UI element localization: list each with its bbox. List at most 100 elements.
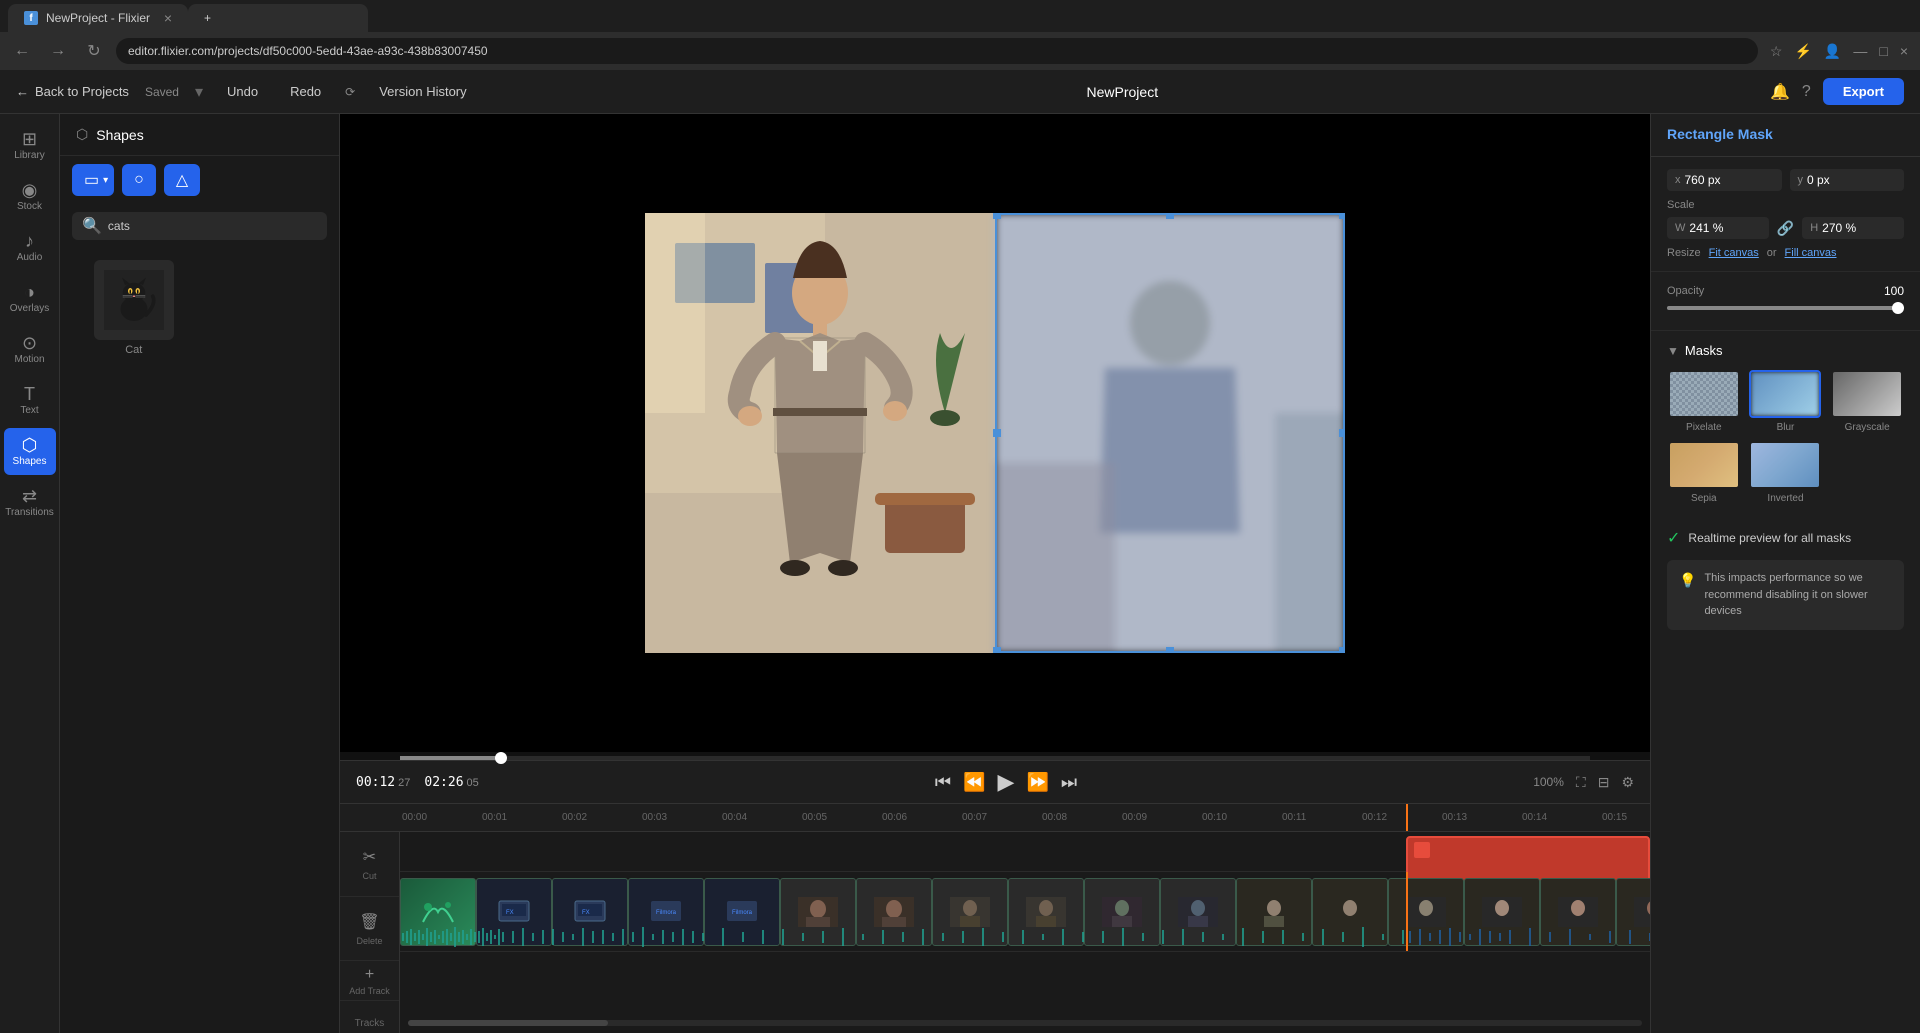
rectangle-shape-button[interactable]: ▭ ▾ [72, 164, 114, 196]
mask-blur[interactable]: Blur [1749, 370, 1823, 433]
export-button[interactable]: Export [1823, 78, 1904, 105]
w-field[interactable]: W 241 % [1667, 217, 1769, 239]
timeline-tracks[interactable]: FX FX [400, 832, 1650, 1033]
search-wrap: 🔍 [72, 212, 327, 240]
opacity-slider[interactable] [1667, 306, 1904, 310]
scrub-bar[interactable] [400, 756, 1590, 760]
sidebar-item-library[interactable]: ⊞ Library [4, 122, 56, 169]
left-sidebar: ⊞ Library ◉ Stock ♪ Audio ◑ Overlays ⊙ M… [0, 114, 60, 1033]
address-bar[interactable] [116, 38, 1758, 64]
redo-button[interactable]: Redo [282, 80, 329, 103]
go-to-start-button[interactable]: ⏮ [935, 772, 951, 793]
x-field[interactable]: x 760 px [1667, 169, 1782, 191]
red-block-indicator [1414, 842, 1430, 858]
clip-visual-13 [1406, 897, 1446, 927]
extensions-button[interactable]: ⚡ [1790, 39, 1815, 64]
asset-item-cat[interactable]: Cat [72, 260, 196, 356]
y-value: 0 px [1807, 173, 1830, 187]
fit-canvas-button[interactable]: Fit canvas [1709, 247, 1759, 259]
masks-grid: Pixelate Blur Grayscale [1667, 370, 1904, 504]
maximize-button[interactable]: □ [1875, 39, 1891, 64]
version-history-button[interactable]: Version History [371, 80, 474, 103]
tab-title: NewProject - Flixier [46, 11, 150, 25]
w-value: 241 % [1689, 221, 1723, 235]
back-to-projects-button[interactable]: ← Back to Projects [16, 84, 129, 99]
fast-forward-button[interactable]: ⏩ [1026, 772, 1048, 793]
favicon: f [24, 11, 38, 25]
sidebar-item-stock[interactable]: ◉ Stock [4, 173, 56, 220]
mask-grayscale[interactable]: Grayscale [1830, 370, 1904, 433]
waveform-display [400, 925, 1650, 949]
right-panel-header: Rectangle Mask [1651, 114, 1920, 157]
profile-button[interactable]: 👤 [1820, 39, 1845, 64]
bookmark-button[interactable]: ☆ [1766, 39, 1787, 64]
realtime-preview-row: ✓ Realtime preview for all masks [1651, 516, 1920, 560]
ruler-mark-3: 00:03 [640, 812, 720, 823]
y-label: y [1798, 174, 1804, 186]
motion-icon: ⊙ [22, 334, 37, 352]
clip-visual-14 [1482, 897, 1522, 927]
close-tab-button[interactable]: × [164, 10, 172, 26]
x-label: x [1675, 174, 1681, 186]
close-button[interactable]: × [1896, 39, 1912, 64]
search-icon: 🔍 [82, 216, 102, 236]
sidebar-item-shapes[interactable]: ⬡ Shapes [4, 428, 56, 475]
notifications-button[interactable]: 🔔 [1770, 82, 1790, 102]
undo-button[interactable]: Undo [219, 80, 266, 103]
clip-visual-3: Filmora [646, 897, 686, 927]
clip-visual-9 [1102, 897, 1142, 927]
opacity-row: Opacity 100 [1667, 284, 1904, 298]
cut-control[interactable]: ✂ Cut [340, 832, 399, 897]
opacity-thumb[interactable] [1892, 302, 1904, 314]
add-track-control[interactable]: + Add Track [340, 961, 399, 1000]
horizontal-scrollbar[interactable] [408, 1020, 1642, 1026]
video-left-side [645, 213, 995, 653]
split-view-button[interactable]: ⊟ [1598, 774, 1610, 791]
back-button[interactable]: ← [8, 37, 36, 65]
mask-thumb-sepia [1668, 441, 1740, 489]
clip-visual-7 [950, 897, 990, 927]
cut-icon: ✂ [363, 847, 376, 867]
circle-shape-button[interactable]: ○ [122, 164, 156, 196]
help-button[interactable]: ? [1802, 83, 1811, 101]
reload-button[interactable]: ↻ [80, 37, 108, 65]
fill-canvas-button[interactable]: Fill canvas [1785, 247, 1837, 259]
browser-tab[interactable]: f NewProject - Flixier × [8, 4, 188, 32]
sidebar-item-overlays[interactable]: ◑ Overlays [4, 275, 56, 322]
scrollbar-thumb[interactable] [408, 1020, 608, 1026]
mask-sepia[interactable]: Sepia [1667, 441, 1741, 504]
ruler-mark-13: 00:13 [1440, 812, 1520, 823]
rewind-button[interactable]: ⏪ [963, 772, 985, 793]
forward-button[interactable]: → [44, 37, 72, 65]
sidebar-item-motion[interactable]: ⊙ Motion [4, 326, 56, 373]
ruler-marks: 00:00 00:01 00:02 00:03 00:04 00:05 00:0… [400, 812, 1650, 823]
stock-icon: ◉ [22, 181, 38, 199]
go-to-end-button[interactable]: ⏭ [1061, 772, 1077, 793]
minimize-button[interactable]: — [1849, 39, 1871, 64]
fullscreen-button[interactable]: ⛶ [1576, 774, 1586, 791]
ruler-mark-10: 00:10 [1200, 812, 1280, 823]
ruler-mark-4: 00:04 [720, 812, 800, 823]
clip-visual-1: FX [494, 897, 534, 927]
opacity-label: Opacity [1667, 285, 1704, 297]
mask-pixelate[interactable]: Pixelate [1667, 370, 1741, 433]
timeline-content: ✂ Cut 🗑 Delete + Add Track Tracks [340, 832, 1650, 1033]
search-input[interactable] [108, 219, 317, 233]
progress-thumb[interactable] [495, 752, 507, 764]
mask-inverted[interactable]: Inverted [1749, 441, 1823, 504]
y-field[interactable]: y 0 px [1790, 169, 1905, 191]
delete-control[interactable]: 🗑 Delete [340, 897, 399, 962]
play-pause-button[interactable]: ▶ [998, 769, 1015, 795]
opacity-value: 100 [1884, 284, 1904, 298]
pixelate-visual [1670, 372, 1738, 416]
new-tab-button[interactable]: + [188, 4, 368, 32]
notice-text: This impacts performance so we recommend… [1704, 570, 1892, 620]
h-field[interactable]: H 270 % [1802, 217, 1904, 239]
check-icon: ✓ [1667, 528, 1680, 548]
sidebar-item-transitions[interactable]: ⇄ Transitions [4, 479, 56, 526]
sidebar-item-text[interactable]: T Text [4, 377, 56, 424]
settings-button[interactable]: ⚙ [1621, 774, 1634, 791]
triangle-shape-button[interactable]: △ [164, 164, 200, 196]
position-section: x 760 px y 0 px Scale W 241 % [1651, 157, 1920, 272]
sidebar-item-audio[interactable]: ♪ Audio [4, 224, 56, 271]
